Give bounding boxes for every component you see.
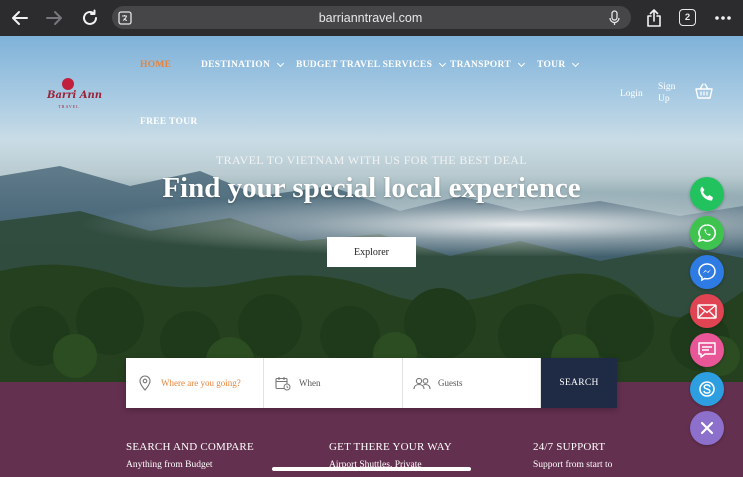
tab-count: 2 <box>684 12 691 23</box>
email-button[interactable] <box>690 294 724 328</box>
guests-input[interactable] <box>438 378 533 388</box>
feature-title: 24/7 SUPPORT <box>533 441 606 453</box>
guests-field[interactable] <box>403 358 541 408</box>
nav-transport[interactable]: TRANSPORT <box>450 59 526 70</box>
sms-button[interactable] <box>690 333 724 367</box>
hero-kicker: TRAVEL TO VIETNAM WITH US FOR THE BEST D… <box>215 153 528 167</box>
more-dots-icon <box>715 16 731 20</box>
feature-title: GET THERE YOUR WAY <box>329 441 452 453</box>
back-arrow-icon <box>12 11 28 25</box>
nav-home[interactable]: HOME <box>140 60 171 70</box>
close-contacts-button[interactable] <box>690 411 724 445</box>
whatsapp-button[interactable] <box>690 216 724 250</box>
feature-support: 24/7 SUPPORT Support from start to <box>533 441 612 470</box>
logo-text: Barri Ann <box>47 90 103 101</box>
logo-mark <box>62 78 74 90</box>
forward-button[interactable] <box>41 6 67 30</box>
email-icon <box>697 303 717 319</box>
nav-destination[interactable]: DESTINATION <box>201 59 285 70</box>
reload-button[interactable] <box>77 6 103 30</box>
signup-link[interactable]: Sign Up <box>658 81 682 105</box>
nav-transport-label: TRANSPORT <box>450 60 511 70</box>
feature-search-compare: SEARCH AND COMPARE Anything from Budget <box>126 441 254 470</box>
phone-button[interactable] <box>690 177 724 211</box>
login-link[interactable]: Login <box>620 88 643 100</box>
where-field[interactable] <box>126 358 264 408</box>
nav-tour-label: TOUR <box>537 60 566 70</box>
chevron-down-icon <box>572 59 580 68</box>
home-indicator <box>272 467 471 471</box>
phone-icon <box>700 186 713 201</box>
feature-title: SEARCH AND COMPARE <box>126 441 254 453</box>
people-icon <box>412 375 432 391</box>
hero-headline: Find your special local experience <box>162 172 581 204</box>
feature-text: Support from start to <box>533 460 613 470</box>
messenger-button[interactable] <box>690 255 724 289</box>
logo-subtext: TRAVEL <box>58 104 80 109</box>
nav-home-label: HOME <box>140 60 172 70</box>
close-icon <box>700 421 714 435</box>
nav-free-tour[interactable]: FREE TOUR <box>140 117 198 127</box>
whatsapp-icon <box>697 224 716 243</box>
share-icon <box>647 8 661 27</box>
explorer-button[interactable]: Explorer <box>327 237 416 267</box>
where-input[interactable] <box>161 378 256 388</box>
web-page: Barri Ann TRAVEL HOME DESTINATION BUDGET… <box>0 36 743 477</box>
feature-text: Anything from Budget <box>126 460 213 470</box>
microphone-icon[interactable] <box>609 9 621 26</box>
more-menu-button[interactable] <box>710 6 736 30</box>
back-button[interactable] <box>7 6 33 30</box>
cart-button[interactable] <box>694 81 714 101</box>
messenger-icon <box>698 263 716 282</box>
url-text: barrianntravel.com <box>318 10 423 25</box>
nav-tour[interactable]: TOUR <box>537 59 580 70</box>
search-bar: SEARCH <box>126 358 617 408</box>
chevron-down-icon <box>517 59 526 68</box>
nav-budget-label: BUDGET TRAVEL SERVICES <box>296 60 433 70</box>
reload-icon <box>83 9 97 25</box>
feature-get-there: GET THERE YOUR WAY Airport Shuttles, Pri… <box>329 441 452 470</box>
search-button[interactable]: SEARCH <box>541 358 617 408</box>
when-input[interactable] <box>299 378 394 388</box>
browser-toolbar: barrianntravel.com 2 <box>0 0 743 36</box>
chevron-down-icon <box>277 59 285 68</box>
location-pin-icon <box>135 375 155 391</box>
calendar-icon <box>273 375 293 391</box>
skype-button[interactable] <box>690 372 724 406</box>
forward-arrow-icon <box>46 11 62 25</box>
nav-free-tour-label: FREE TOUR <box>140 117 198 127</box>
site-logo[interactable]: Barri Ann TRAVEL <box>47 78 103 112</box>
basket-icon <box>695 83 713 99</box>
sms-icon <box>698 342 716 358</box>
skype-icon <box>699 381 715 397</box>
chevron-down-icon <box>439 59 447 68</box>
address-bar[interactable]: barrianntravel.com <box>112 6 631 29</box>
nav-budget-travel-services[interactable]: BUDGET TRAVEL SERVICES <box>296 59 447 70</box>
translate-icon[interactable] <box>118 10 132 25</box>
tab-count-button[interactable]: 2 <box>679 9 696 26</box>
share-button[interactable] <box>641 6 667 30</box>
nav-destination-label: DESTINATION <box>201 60 271 70</box>
when-field[interactable] <box>264 358 403 408</box>
